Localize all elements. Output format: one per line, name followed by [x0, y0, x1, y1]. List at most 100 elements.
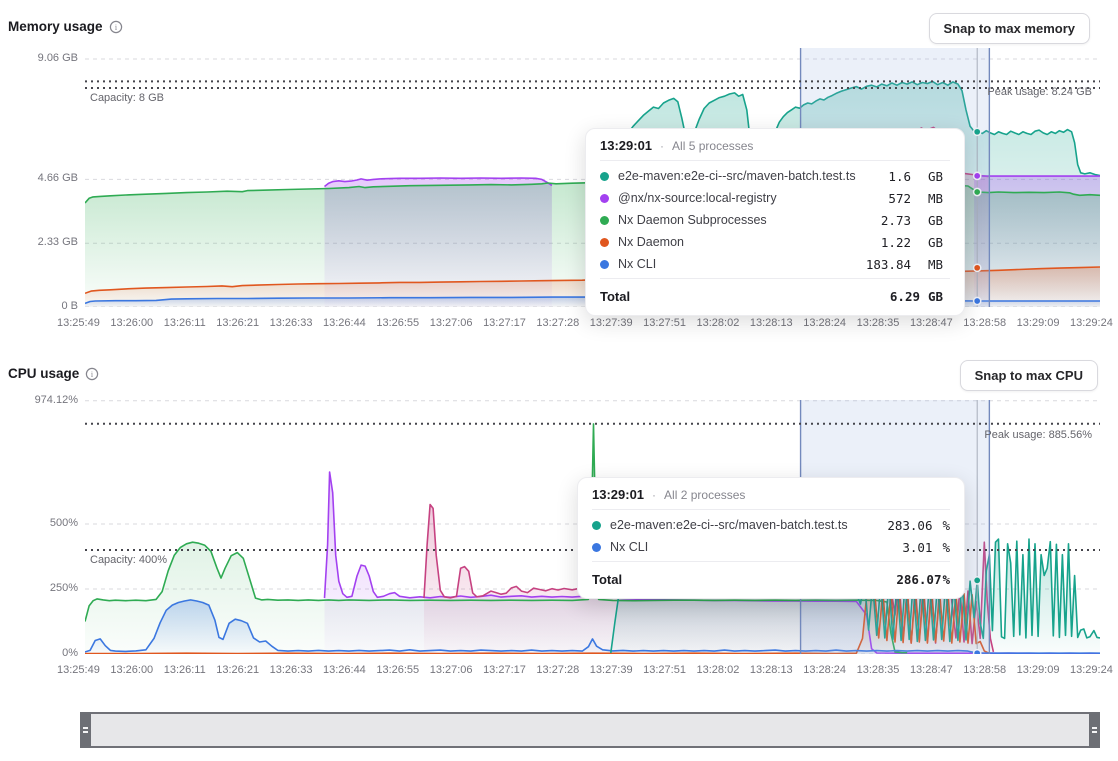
x-tick-label: 13:27:06 [430, 317, 473, 329]
x-tick-label: 13:28:58 [963, 317, 1006, 329]
snap-to-max-cpu-button[interactable]: Snap to max CPU [960, 360, 1098, 391]
tooltip-row: Nx CLI 183.84 MB [600, 253, 950, 275]
capacity-label: Capacity: 400% [90, 554, 167, 566]
tooltip-time: 13:29:01 [592, 487, 644, 502]
cpu-x-axis: 13:25:4913:26:0013:26:1113:26:2113:26:33… [57, 664, 1113, 676]
timeline-range-slider[interactable] [80, 712, 1100, 748]
y-tick-label: 0% [0, 647, 78, 659]
series-color-dot [600, 194, 609, 203]
x-tick-label: 13:28:02 [697, 317, 740, 329]
tooltip-row: @nx/nx-source:local-registry572MB [600, 187, 950, 209]
tooltip-header: 13:29:01 · All 2 processes [592, 487, 950, 510]
x-tick-label: 13:26:44 [323, 317, 366, 329]
peak-usage-label: Peak usage: 885.56% [984, 429, 1092, 441]
x-tick-label: 13:27:28 [536, 317, 579, 329]
info-icon[interactable]: i [109, 20, 123, 34]
x-tick-label: 13:25:49 [57, 664, 100, 676]
y-tick-label: 4.66 GB [0, 172, 78, 184]
x-tick-label: 13:27:51 [643, 317, 686, 329]
x-tick-label: 13:29:09 [1017, 664, 1060, 676]
y-tick-label: 2.33 GB [0, 236, 78, 248]
series-color-dot [592, 543, 601, 552]
x-tick-label: 13:26:33 [270, 664, 313, 676]
x-tick-label: 13:26:55 [376, 664, 419, 676]
x-tick-label: 13:26:21 [216, 317, 259, 329]
tooltip-row: e2e-maven:e2e-ci--src/maven-batch.test.t… [592, 514, 950, 536]
tooltip-total-row: Total6.29GB [600, 278, 950, 308]
range-slider-track[interactable] [91, 714, 1089, 746]
memory-section-title: Memory usage [8, 19, 103, 34]
x-tick-label: 13:28:35 [857, 664, 900, 676]
y-tick-label: 9.06 GB [0, 52, 78, 64]
process-value: 183.84 [866, 257, 911, 272]
x-tick-label: 13:28:58 [963, 664, 1006, 676]
svg-text:i: i [114, 23, 117, 32]
x-tick-label: 13:26:55 [376, 317, 419, 329]
snap-to-max-memory-button[interactable]: Snap to max memory [929, 13, 1091, 44]
total-value: 6.29 [890, 289, 920, 304]
tooltip-row: Nx Daemon Subprocesses2.73GB [600, 209, 950, 231]
y-tick-label: 250% [0, 582, 78, 594]
tooltip-row: Nx Daemon1.22GB [600, 231, 950, 253]
chart-tooltip: 13:29:01·All 5 processese2e-maven:e2e-ci… [585, 128, 965, 316]
x-tick-label: 13:29:24 [1070, 664, 1113, 676]
tooltip-subtitle: All 5 processes [672, 139, 753, 153]
range-slider-right-handle[interactable] [1089, 712, 1100, 748]
cpu-chart[interactable]: Capacity: 400% Peak usage: 885.56% 13:29:0… [85, 400, 1100, 654]
process-value: 572 [888, 191, 911, 206]
tooltip-separator: · [660, 139, 664, 153]
x-tick-label: 13:28:47 [910, 317, 953, 329]
process-value-unit: GB [928, 235, 950, 250]
series-color-dot [600, 260, 609, 269]
memory-chart[interactable]: Capacity: 8 GBPeak usage: 8.24 GB13:29:0… [85, 48, 1100, 307]
x-tick-label: 13:28:02 [697, 664, 740, 676]
process-name: Nx CLI [610, 540, 893, 554]
process-value-unit: % [942, 540, 950, 555]
process-value-unit: GB [928, 213, 950, 228]
cpu-section-title: CPU usage [8, 366, 79, 381]
info-icon[interactable]: i [85, 367, 99, 381]
x-tick-label: 13:28:47 [910, 664, 953, 676]
tooltip-rows: e2e-maven:e2e-ci--src/maven-batch.test.t… [592, 510, 950, 558]
series-color-dot [600, 216, 609, 225]
process-name: Nx Daemon [618, 235, 872, 249]
series-color-dot [600, 172, 609, 181]
x-tick-label: 13:26:00 [110, 664, 153, 676]
x-tick-label: 13:27:39 [590, 317, 633, 329]
process-name: e2e-maven:e2e-ci--src/maven-batch.test.t… [610, 518, 878, 532]
process-value: 3.01 [902, 540, 932, 555]
y-tick-label: 0 B [0, 300, 78, 312]
memory-x-axis: 13:25:4913:26:0013:26:1113:26:2113:26:33… [57, 317, 1113, 329]
process-value-unit: GB [928, 169, 950, 184]
tooltip-row: Nx CLI 3.01% [592, 536, 950, 558]
peak-usage-label: Peak usage: 8.24 GB [987, 86, 1092, 98]
range-slider-left-handle[interactable] [80, 712, 91, 748]
process-name: Nx CLI [618, 257, 857, 271]
chart-tooltip: 13:29:01 · All 2 processes e2e-maven:e2e-ci… [577, 477, 965, 599]
tooltip-separator: · [652, 488, 656, 502]
x-tick-label: 13:28:13 [750, 664, 793, 676]
process-value-unit: MB [928, 257, 950, 272]
x-tick-label: 13:27:28 [536, 664, 579, 676]
cpu-section-header: CPU usage i [8, 366, 99, 381]
tooltip-time: 13:29:01 [600, 138, 652, 153]
x-tick-label: 13:29:24 [1070, 317, 1113, 329]
x-tick-label: 13:25:49 [57, 317, 100, 329]
x-tick-label: 13:27:06 [430, 664, 473, 676]
process-value: 1.6 [888, 169, 911, 184]
x-tick-label: 13:28:13 [750, 317, 793, 329]
x-tick-label: 13:29:09 [1017, 317, 1060, 329]
x-tick-label: 13:26:00 [110, 317, 153, 329]
process-value: 2.73 [881, 213, 911, 228]
total-value: 286.07 [896, 572, 941, 587]
process-name: @nx/nx-source:local-registry [618, 191, 879, 205]
x-tick-label: 13:26:11 [164, 317, 206, 329]
process-value: 283.06 [887, 518, 932, 533]
x-tick-label: 13:26:21 [216, 664, 259, 676]
series-color-dot [592, 521, 601, 530]
total-value-unit: % [942, 572, 950, 587]
svg-text:i: i [91, 370, 94, 379]
x-tick-label: 13:28:35 [857, 317, 900, 329]
tooltip-header: 13:29:01 · All 5 processes [600, 138, 950, 161]
tooltip-subtitle: All 2 processes [664, 488, 745, 502]
